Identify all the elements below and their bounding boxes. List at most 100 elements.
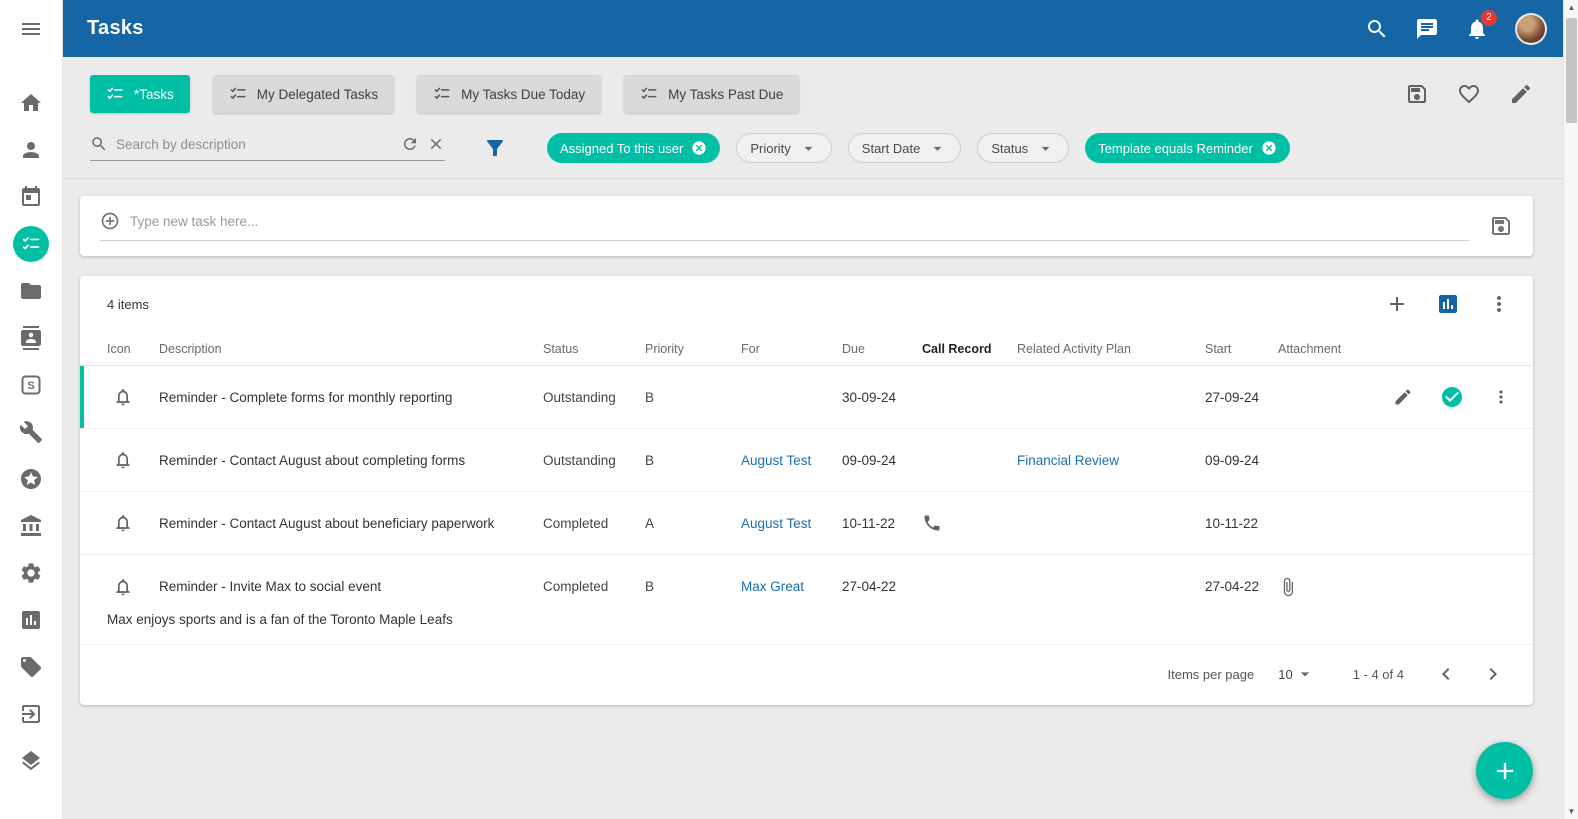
- column-header-priority[interactable]: Priority: [645, 342, 741, 356]
- scrollbar-thumb[interactable]: [1566, 18, 1577, 123]
- complete-check-circle-icon[interactable]: [1440, 385, 1464, 409]
- tab-tasks[interactable]: *Tasks: [90, 75, 190, 113]
- left-sidebar: [0, 0, 63, 819]
- chip-label: Start Date: [862, 141, 921, 156]
- save-icon[interactable]: [1405, 82, 1429, 106]
- task-for-link[interactable]: Max Great: [741, 579, 842, 594]
- add-plus-icon[interactable]: [1385, 292, 1409, 316]
- chip-label: Template equals Reminder: [1098, 141, 1253, 156]
- table-toolbar-actions: [1385, 292, 1511, 316]
- add-circle-icon[interactable]: [100, 211, 120, 231]
- edit-pencil-icon[interactable]: [1509, 82, 1533, 106]
- divider: [63, 178, 1563, 179]
- previous-page-icon[interactable]: [1434, 662, 1458, 686]
- layers-icon[interactable]: [19, 749, 43, 773]
- search-icon[interactable]: [1365, 17, 1389, 41]
- main-area: Tasks 2 *Tasks My Delegated Tasks: [63, 0, 1563, 819]
- task-description: Reminder - Contact August about completi…: [159, 453, 543, 468]
- refresh-icon[interactable]: [401, 135, 419, 153]
- home-icon[interactable]: [19, 91, 43, 115]
- task-status: Outstanding: [543, 390, 645, 405]
- table-row-main: Reminder - Invite Max to social event Co…: [80, 555, 1533, 618]
- attachment-paperclip-icon[interactable]: [1278, 577, 1368, 597]
- column-header-call-record[interactable]: Call Record: [922, 342, 1017, 356]
- scrollbar[interactable]: ▲ ▼: [1563, 0, 1578, 819]
- reminder-bell-icon: [113, 513, 133, 533]
- tab-label: My Tasks Past Due: [668, 87, 783, 102]
- add-task-fab[interactable]: [1476, 742, 1533, 799]
- chat-icon[interactable]: [1415, 17, 1439, 41]
- filter-chip-priority[interactable]: Priority: [736, 133, 831, 163]
- chevron-down-icon: [1295, 664, 1315, 684]
- notifications-bell-icon[interactable]: 2: [1465, 17, 1489, 41]
- tab-my-tasks-past-due[interactable]: My Tasks Past Due: [624, 75, 799, 113]
- tasks-checklist-icon[interactable]: [13, 226, 49, 262]
- filter-chip-status[interactable]: Status: [977, 133, 1069, 163]
- tab-my-tasks-due-today[interactable]: My Tasks Due Today: [417, 75, 601, 113]
- tag-icon[interactable]: [19, 655, 43, 679]
- notification-badge: 2: [1481, 10, 1497, 26]
- wrench-icon[interactable]: [19, 420, 43, 444]
- search-input[interactable]: [116, 137, 393, 152]
- more-kebab-icon[interactable]: [1487, 292, 1511, 316]
- new-task-input[interactable]: [130, 214, 1469, 229]
- column-header-due[interactable]: Due: [842, 342, 922, 356]
- tab-my-delegated-tasks[interactable]: My Delegated Tasks: [213, 75, 394, 113]
- task-related-plan-link[interactable]: Financial Review: [1017, 453, 1205, 468]
- contacts-icon[interactable]: [19, 326, 43, 350]
- column-header-related-activity-plan[interactable]: Related Activity Plan: [1017, 342, 1205, 356]
- call-record-phone-icon[interactable]: [922, 513, 1017, 533]
- exit-icon[interactable]: [19, 702, 43, 726]
- clear-x-icon[interactable]: [427, 135, 445, 153]
- save-icon[interactable]: [1489, 214, 1513, 238]
- chip-label: Status: [991, 141, 1028, 156]
- settings-gear-icon[interactable]: [19, 561, 43, 585]
- column-header-description[interactable]: Description: [159, 342, 543, 356]
- task-for-link[interactable]: August Test: [741, 453, 842, 468]
- items-per-page-value: 10: [1278, 667, 1292, 682]
- folder-icon[interactable]: [19, 279, 43, 303]
- tab-label: My Tasks Due Today: [461, 87, 585, 102]
- scrollbar-down-icon[interactable]: ▼: [1564, 804, 1578, 819]
- menu-icon[interactable]: [19, 17, 43, 41]
- avatar[interactable]: [1515, 13, 1547, 45]
- filter-chip-start-date[interactable]: Start Date: [848, 133, 962, 163]
- items-per-page-select[interactable]: 10: [1278, 664, 1314, 684]
- table-row[interactable]: Reminder - Complete forms for monthly re…: [80, 366, 1533, 429]
- task-for-link[interactable]: August Test: [741, 516, 842, 531]
- table-row[interactable]: Reminder - Contact August about completi…: [80, 429, 1533, 492]
- column-chart-icon[interactable]: [1436, 292, 1460, 316]
- scrollbar-up-icon[interactable]: ▲: [1564, 0, 1578, 15]
- chip-label: Priority: [750, 141, 790, 156]
- table-row[interactable]: Reminder - Invite Max to social event Co…: [80, 555, 1533, 645]
- remove-filter-icon[interactable]: [1261, 140, 1277, 156]
- task-due: 10-11-22: [842, 516, 922, 531]
- column-header-for[interactable]: For: [741, 342, 842, 356]
- column-header-start[interactable]: Start: [1205, 342, 1278, 356]
- filter-chip-template-equals-reminder[interactable]: Template equals Reminder: [1085, 133, 1290, 163]
- person-icon[interactable]: [19, 138, 43, 162]
- filter-funnel-icon[interactable]: [483, 136, 507, 160]
- column-header-icon[interactable]: Icon: [107, 342, 159, 356]
- s-badge-icon[interactable]: [19, 373, 43, 397]
- remove-filter-icon[interactable]: [691, 140, 707, 156]
- task-start: 10-11-22: [1205, 516, 1278, 531]
- next-page-icon[interactable]: [1481, 662, 1505, 686]
- column-header-status[interactable]: Status: [543, 342, 645, 356]
- star-circle-icon[interactable]: [19, 467, 43, 491]
- more-kebab-icon[interactable]: [1491, 387, 1511, 407]
- task-priority: A: [645, 516, 741, 531]
- task-status: Outstanding: [543, 453, 645, 468]
- tab-label: *Tasks: [134, 87, 174, 102]
- edit-pencil-icon[interactable]: [1393, 387, 1413, 407]
- favorite-heart-icon[interactable]: [1457, 82, 1481, 106]
- bank-icon[interactable]: [19, 514, 43, 538]
- table-toolbar: 4 items: [80, 276, 1533, 332]
- filter-chip-assigned-to-this-user[interactable]: Assigned To this user: [547, 133, 720, 163]
- task-due: 09-09-24: [842, 453, 922, 468]
- bar-chart-icon[interactable]: [19, 608, 43, 632]
- table-header-row: Icon Description Status Priority For Due…: [80, 332, 1533, 366]
- calendar-icon[interactable]: [19, 185, 43, 209]
- column-header-attachment[interactable]: Attachment: [1278, 342, 1368, 356]
- table-row[interactable]: Reminder - Contact August about benefici…: [80, 492, 1533, 555]
